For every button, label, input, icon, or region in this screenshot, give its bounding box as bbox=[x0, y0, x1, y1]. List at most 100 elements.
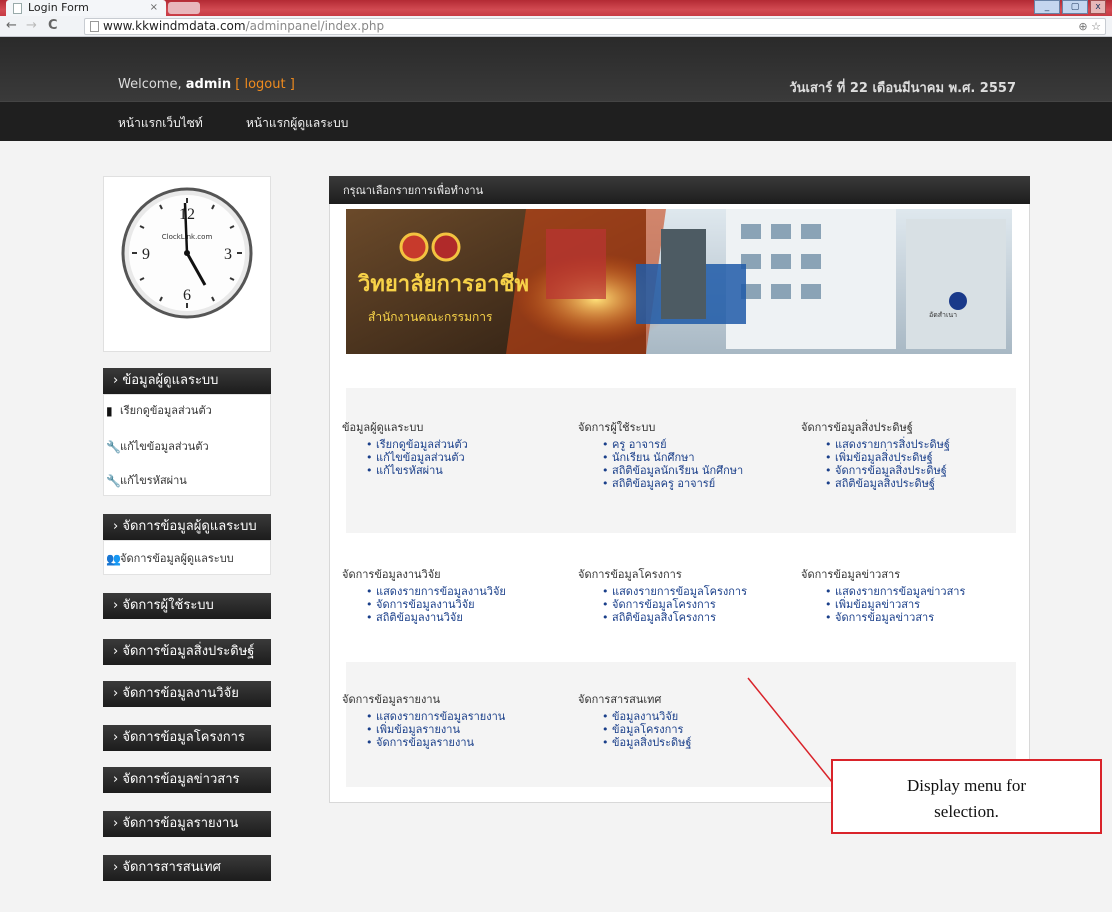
banner-college-name: วิทยาลัยการอาชีพ bbox=[357, 271, 529, 297]
menu-link[interactable]: จัดการข้อมูลสิ่งประดิษฐ์ bbox=[825, 464, 950, 477]
menu-link[interactable]: สถิติข้อมูลครู อาจารย์ bbox=[602, 477, 743, 490]
clock-number-12: 12 bbox=[179, 206, 195, 223]
menu-link[interactable]: เพิ่มข้อมูลข่าวสาร bbox=[825, 598, 965, 611]
browser-tab[interactable]: Login Form × bbox=[6, 0, 166, 16]
menu-link[interactable]: แก้ไขข้อมูลส่วนตัว bbox=[366, 451, 468, 464]
welcome-prefix: Welcome, bbox=[118, 77, 182, 92]
menu-link[interactable]: แสดงรายการข้อมูลโครงการ bbox=[602, 585, 747, 598]
menu-link[interactable]: เรียกดูข้อมูลส่วนตัว bbox=[366, 438, 468, 451]
forward-arrow-icon[interactable]: → bbox=[26, 18, 37, 34]
menu-link[interactable]: สถิติข้อมูลงานวิจัย bbox=[366, 611, 506, 624]
menu-link[interactable]: แสดงรายการข้อมูลข่าวสาร bbox=[825, 585, 965, 598]
sidebar-heading-manage-reports[interactable]: › จัดการข้อมูลรายงาน bbox=[103, 811, 271, 837]
menu-link[interactable]: ข้อมูลโครงการ bbox=[602, 723, 691, 736]
sidebar-heading-manage-news[interactable]: › จัดการข้อมูลข่าวสาร bbox=[103, 767, 271, 793]
sidebar-heading-manage-users[interactable]: › จัดการผู้ใช้ระบบ bbox=[103, 593, 271, 619]
clock-number-9: 9 bbox=[142, 246, 150, 263]
clock-number-6: 6 bbox=[183, 287, 191, 304]
minimize-button[interactable]: _ bbox=[1034, 0, 1060, 14]
clock-widget: 12 3 6 9 ClockLink.com bbox=[103, 176, 271, 352]
menu-link[interactable]: ข้อมูลงานวิจัย bbox=[602, 710, 691, 723]
wrench-icon: 🔧 bbox=[106, 440, 121, 454]
menu-group-title: จัดการข้อมูลสิ่งประดิษฐ์ bbox=[801, 421, 913, 434]
nav-admin-home[interactable]: หน้าแรกผู้ดูแลระบบ bbox=[246, 114, 348, 133]
menu-group-title: จัดการข้อมูลโครงการ bbox=[578, 568, 682, 581]
annotation-line-2: selection. bbox=[934, 802, 999, 821]
menu-group-title: จัดการข้อมูลงานวิจัย bbox=[342, 568, 441, 581]
close-window-button[interactable]: x bbox=[1090, 0, 1106, 14]
menu-link[interactable]: แสดงรายการข้อมูลรายงาน bbox=[366, 710, 505, 723]
logout-bracket-close: ] bbox=[289, 77, 295, 92]
url-host: www.kkwindmdata.com bbox=[103, 19, 246, 33]
sidebar-panel-manage-admins: 👥 จัดการข้อมูลผู้ดูแลระบบ bbox=[103, 540, 271, 575]
menu-link[interactable]: สถิติข้อมูลนักเรียน นักศึกษา bbox=[602, 464, 743, 477]
annotation-callout: Display menu for selection. bbox=[831, 759, 1102, 834]
menu-link[interactable]: สถิติข้อมูลสิ่งประดิษฐ์ bbox=[825, 477, 950, 490]
wrench-icon: 🔧 bbox=[106, 474, 121, 488]
menu-link[interactable]: แสดงรายการข้อมูลงานวิจัย bbox=[366, 585, 506, 598]
menu-link[interactable]: จัดการข้อมูลโครงการ bbox=[602, 598, 747, 611]
menu-group-title: จัดการสารสนเทศ bbox=[578, 693, 662, 706]
banner-image: วิทยาลัยการอาชีพ สำนักงานคณะกรรมการ อัดส… bbox=[346, 209, 1012, 354]
nav-website-home[interactable]: หน้าแรกเว็บไซท์ bbox=[118, 114, 203, 133]
menu-group-reports: จัดการข้อมูลรายงาน แสดงรายการข้อมูลรายงา… bbox=[342, 690, 505, 749]
sidebar-panel-admin-info: ▮ เรียกดูข้อมูลส่วนตัว 🔧 แก้ไขข้อมูลส่วน… bbox=[103, 394, 271, 496]
menu-group-title: ข้อมูลผู้ดูแลระบบ bbox=[342, 421, 424, 434]
top-nav: หน้าแรกเว็บไซท์ หน้าแรกผู้ดูแลระบบ bbox=[0, 101, 1112, 141]
main-heading: กรุณาเลือกรายการเพื่อทำงาน bbox=[329, 176, 1030, 204]
reload-icon[interactable]: C bbox=[48, 18, 58, 34]
analog-clock: 12 3 6 9 ClockLink.com bbox=[121, 187, 253, 319]
menu-link[interactable]: นักเรียน นักศึกษา bbox=[602, 451, 743, 464]
menu-group-users: จัดการผู้ใช้ระบบ ครู อาจารย์ นักเรียน นั… bbox=[578, 418, 743, 490]
sidebar-item-view-profile[interactable]: ▮ เรียกดูข้อมูลส่วนตัว bbox=[104, 401, 270, 421]
menu-group-projects: จัดการข้อมูลโครงการ แสดงรายการข้อมูลโครง… bbox=[578, 565, 747, 624]
sidebar-heading-manage-information[interactable]: › จัดการสารสนเทศ bbox=[103, 855, 271, 881]
tab-title: Login Form bbox=[28, 1, 89, 14]
menu-link[interactable]: จัดการข้อมูลรายงาน bbox=[366, 736, 505, 749]
browser-tab-strip: Login Form × _ ▢ x bbox=[0, 0, 1112, 16]
sidebar-item-label: แก้ไขรหัสผ่าน bbox=[120, 474, 187, 487]
sidebar-heading-admin-info[interactable]: › ข้อมูลผู้ดูแลระบบ bbox=[103, 368, 271, 394]
sidebar-item-edit-password[interactable]: 🔧 แก้ไขรหัสผ่าน bbox=[104, 471, 270, 491]
menu-link[interactable]: จัดการข้อมูลงานวิจัย bbox=[366, 598, 506, 611]
date-text: วันเสาร์ ที่ 22 เดือนมีนาคม พ.ศ. 2557 bbox=[789, 81, 1016, 96]
annotation-line-1: Display menu for bbox=[907, 776, 1026, 795]
username: admin bbox=[185, 77, 232, 92]
sidebar-heading-manage-inventions[interactable]: › จัดการข้อมูลสิ่งประดิษฐ์ bbox=[103, 639, 271, 665]
sidebar-heading-manage-research[interactable]: › จัดการข้อมูลงานวิจัย bbox=[103, 681, 271, 707]
menu-group-title: จัดการข้อมูลรายงาน bbox=[342, 693, 441, 706]
menu-group-title: จัดการข้อมูลข่าวสาร bbox=[801, 568, 901, 581]
tab-close-icon[interactable]: × bbox=[150, 0, 158, 16]
bookmark-star-icon[interactable]: ⊕ ☆ bbox=[1078, 19, 1101, 34]
sidebar-item-label: แก้ไขข้อมูลส่วนตัว bbox=[120, 440, 209, 453]
url-input[interactable]: www.kkwindmdata.com/adminpanel/index.php… bbox=[84, 18, 1106, 35]
menu-group-information: จัดการสารสนเทศ ข้อมูลงานวิจัย ข้อมูลโครง… bbox=[578, 690, 691, 749]
menu-link[interactable]: แก้ไขรหัสผ่าน bbox=[366, 464, 468, 477]
sidebar-item-edit-profile[interactable]: 🔧 แก้ไขข้อมูลส่วนตัว bbox=[104, 437, 270, 457]
back-arrow-icon[interactable]: ← bbox=[6, 18, 17, 34]
menu-link[interactable]: แสดงรายการสิ่งประดิษฐ์ bbox=[825, 438, 950, 451]
sidebar-heading-manage-projects[interactable]: › จัดการข้อมูลโครงการ bbox=[103, 725, 271, 751]
menu-link[interactable]: สถิติข้อมูลสิงโครงการ bbox=[602, 611, 747, 624]
window-controls: _ ▢ x bbox=[1032, 0, 1106, 14]
page-icon bbox=[90, 21, 99, 32]
logout-bracket-open: [ bbox=[235, 77, 241, 92]
menu-link[interactable]: เพิ่มข้อมูลรายงาน bbox=[366, 723, 505, 736]
menu-link[interactable]: เพิ่มข้อมูลสิ่งประดิษฐ์ bbox=[825, 451, 950, 464]
page-icon bbox=[13, 3, 22, 14]
sidebar-item-manage-admins[interactable]: 👥 จัดการข้อมูลผู้ดูแลระบบ bbox=[104, 549, 270, 569]
menu-link[interactable]: ครู อาจารย์ bbox=[602, 438, 743, 451]
menu-link[interactable]: จัดการข้อมูลข่าวสาร bbox=[825, 611, 965, 624]
sidebar-heading-manage-admins[interactable]: › จัดการข้อมูลผู้ดูแลระบบ bbox=[103, 514, 271, 540]
logout-link[interactable]: logout bbox=[244, 77, 285, 92]
clock-number-3: 3 bbox=[224, 246, 232, 263]
maximize-button[interactable]: ▢ bbox=[1062, 0, 1088, 14]
url-path: /adminpanel/index.php bbox=[245, 19, 385, 33]
menu-link[interactable]: ข้อมูลสิ่งประดิษฐ์ bbox=[602, 736, 691, 749]
new-tab-button[interactable] bbox=[168, 2, 200, 14]
menu-group-admin-info: ข้อมูลผู้ดูแลระบบ เรียกดูข้อมูลส่วนตัว แ… bbox=[342, 418, 468, 477]
menu-group-title: จัดการผู้ใช้ระบบ bbox=[578, 421, 656, 434]
menu-group-inventions: จัดการข้อมูลสิ่งประดิษฐ์ แสดงรายการสิ่งป… bbox=[801, 418, 950, 490]
banner-sign: อัดสำเนา bbox=[929, 311, 957, 319]
site-header: Welcome, admin [ logout ] วันเสาร์ ที่ 2… bbox=[0, 37, 1112, 101]
